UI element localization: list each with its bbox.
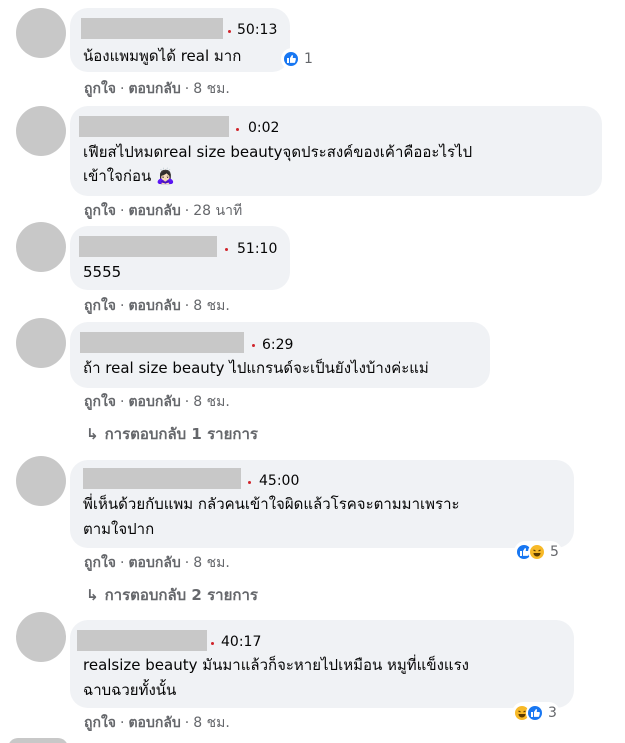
avatar[interactable] (16, 8, 66, 58)
separator: · (120, 203, 125, 219)
comment-age[interactable]: 8 ชม. (193, 394, 230, 410)
avatar[interactable] (16, 106, 66, 156)
comment-actions: ถูกใจ · ตอบกลับ · 28 นาที (84, 202, 242, 220)
like-action[interactable]: ถูกใจ (84, 298, 116, 314)
timestamp-dot (228, 30, 231, 33)
timestamp-dot (248, 481, 251, 484)
timestamp-dot (236, 128, 239, 131)
separator: · (184, 298, 190, 314)
like-action[interactable]: ถูกใจ (84, 81, 116, 97)
comment-actions: ถูกใจ · ตอบกลับ · 8 ชม. (84, 393, 230, 411)
haha-icon (528, 543, 546, 561)
like-action[interactable]: ถูกใจ (84, 394, 116, 410)
reply-action[interactable]: ตอบกลับ (128, 555, 180, 571)
reply-arrow-icon: ↳ (86, 586, 99, 604)
reply-action[interactable]: ตอบกลับ (128, 203, 180, 219)
comment-age[interactable]: 8 ชม. (193, 298, 230, 314)
timestamp-dot (225, 248, 228, 251)
comment-text: ถ้า real size beauty ไปแกรนด์จะเป็นยังไง… (83, 359, 429, 377)
comment-text: 5555 (83, 263, 122, 281)
separator: · (120, 298, 125, 314)
reaction-count: 1 (304, 51, 313, 67)
reply-action[interactable]: ตอบกลับ (128, 715, 180, 731)
separator: · (120, 555, 125, 571)
comment-actions: ถูกใจ · ตอบกลับ · 8 ชม. (84, 554, 230, 572)
replies-count-label: การตอบกลับ 2 รายการ (104, 586, 258, 604)
like-action[interactable]: ถูกใจ (84, 715, 116, 731)
separator: · (120, 394, 125, 410)
avatar[interactable] (16, 318, 66, 368)
comment-text: realsize beauty มันมาแล้วก็จะหายไปเหมือน… (83, 656, 469, 674)
reaction-count: 5 (550, 544, 559, 560)
reaction-summary[interactable]: 5 (514, 541, 562, 563)
separator: · (184, 81, 190, 97)
view-replies-link[interactable]: ↳ การตอบกลับ 2 รายการ (86, 585, 258, 605)
separator: · (184, 555, 190, 571)
separator: · (184, 203, 190, 219)
redacted-author-name[interactable] (81, 18, 223, 39)
comment-text: ตามใจปาก (83, 520, 155, 538)
separator: · (120, 81, 125, 97)
reply-action[interactable]: ตอบกลับ (128, 394, 180, 410)
comment-text: น้องแพมพูดได้ real มาก (83, 47, 242, 65)
comment-text: เข้าใจก่อน 🙇🏻‍♀️ (83, 167, 175, 185)
comment-text: เฟียสไปหมดreal size beautyจุดประสงค์ของเ… (83, 143, 473, 161)
comment-age[interactable]: 8 ชม. (193, 715, 230, 731)
comment-text: ฉาบฉวยทั้งนั้น (83, 681, 177, 699)
comment-age[interactable]: 28 นาที (193, 203, 242, 219)
comment-timestamp[interactable]: 45:00 (259, 472, 299, 490)
reply-arrow-icon: ↳ (86, 425, 99, 443)
reaction-summary[interactable]: 3 (512, 702, 560, 724)
redacted-author-name[interactable] (79, 236, 217, 257)
comment-age[interactable]: 8 ชม. (193, 555, 230, 571)
comment-timestamp[interactable]: 40:17 (221, 633, 261, 651)
comment-actions: ถูกใจ · ตอบกลับ · 8 ชม. (84, 714, 230, 732)
comment-timestamp[interactable]: 6:29 (262, 336, 293, 354)
reply-action[interactable]: ตอบกลับ (128, 298, 180, 314)
separator: · (184, 394, 190, 410)
comment-timestamp[interactable]: 51:10 (237, 240, 277, 258)
redacted-author-name[interactable] (83, 468, 241, 489)
redacted-author-name[interactable] (79, 116, 229, 137)
comment-actions: ถูกใจ · ตอบกลับ · 8 ชม. (84, 297, 230, 315)
timestamp-dot (252, 344, 255, 347)
avatar[interactable] (16, 612, 66, 662)
comment-timestamp[interactable]: 50:13 (237, 21, 277, 39)
redacted-author-name[interactable] (77, 630, 207, 651)
avatar[interactable] (16, 456, 66, 506)
reaction-summary[interactable]: 1 (281, 48, 316, 70)
like-icon (282, 50, 300, 68)
comment-actions: ถูกใจ · ตอบกลับ · 8 ชม. (84, 80, 230, 98)
separator: · (120, 715, 125, 731)
like-icon (526, 704, 544, 722)
comment-timestamp[interactable]: 0:02 (248, 119, 279, 137)
comment-text: พี่เห็นด้วยกับแพม กลัวคนเข้าใจผิดแล้วโรค… (83, 495, 460, 513)
reply-action[interactable]: ตอบกลับ (128, 81, 180, 97)
separator: · (184, 715, 190, 731)
reaction-count: 3 (548, 705, 557, 721)
like-action[interactable]: ถูกใจ (84, 555, 116, 571)
timestamp-dot (211, 642, 214, 645)
view-replies-link[interactable]: ↳ การตอบกลับ 1 รายการ (86, 424, 258, 444)
redacted-author-name[interactable] (80, 332, 244, 353)
avatar (8, 738, 68, 743)
replies-count-label: การตอบกลับ 1 รายการ (104, 425, 258, 443)
avatar[interactable] (16, 222, 66, 272)
like-action[interactable]: ถูกใจ (84, 203, 116, 219)
comment-age[interactable]: 8 ชม. (193, 81, 230, 97)
